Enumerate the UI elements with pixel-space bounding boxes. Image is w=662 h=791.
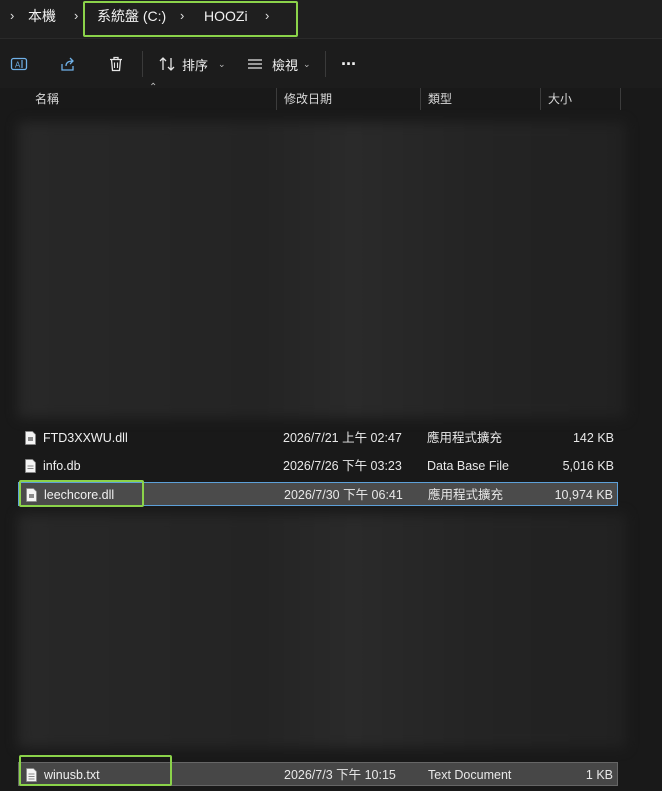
- text-file-icon: [26, 768, 37, 782]
- view-button[interactable]: 檢視 ⌄: [246, 51, 311, 77]
- file-name: FTD3XXWU.dll: [43, 431, 128, 445]
- address-bar[interactable]: › 本機 › 系統盤 (C:) › HOOZi ›: [0, 0, 662, 38]
- file-size: 10,974 KB: [554, 488, 613, 502]
- file-name: info.db: [43, 459, 81, 473]
- file-date: 2026/7/3 下午 10:15: [284, 768, 396, 782]
- column-date[interactable]: 修改日期: [276, 88, 332, 112]
- sort-label: 排序: [182, 57, 209, 73]
- breadcrumb-this-pc[interactable]: 本機: [28, 6, 56, 26]
- trash-icon: [110, 56, 122, 72]
- list-item[interactable]: info.db 2026/7/26 下午 03:23 Data Base Fil…: [18, 454, 618, 478]
- file-type: Text Document: [428, 768, 512, 782]
- delete-button[interactable]: [107, 51, 125, 77]
- file-type: Data Base File: [427, 459, 509, 473]
- dll-file-icon: [25, 431, 36, 445]
- more-options-button[interactable]: ···: [341, 51, 357, 77]
- chevron-right-icon[interactable]: ›: [74, 6, 78, 26]
- dll-file-icon: [26, 488, 37, 502]
- toolbar-divider: [325, 51, 326, 77]
- breadcrumb-system-drive[interactable]: 系統盤 (C:): [97, 6, 166, 26]
- chevron-right-icon[interactable]: ›: [265, 6, 269, 26]
- file-size: 1 KB: [585, 768, 613, 782]
- file-size: 5,016 KB: [562, 459, 614, 473]
- column-header: ⌃ 名稱 修改日期 類型 大小: [0, 82, 662, 112]
- column-size[interactable]: 大小: [540, 88, 572, 112]
- chevron-right-icon[interactable]: ›: [180, 6, 184, 26]
- file-date: 2026/7/26 下午 03:23: [283, 459, 402, 473]
- list-item-selected[interactable]: winusb.txt 2026/7/3 下午 10:15 Text Docume…: [18, 762, 618, 786]
- file-list[interactable]: FTD3XXWU.dll 2026/7/21 上午 02:47 應用程式擴充 1…: [0, 112, 662, 791]
- file-name: winusb.txt: [44, 768, 100, 782]
- db-file-icon: [25, 459, 36, 473]
- sort-button[interactable]: 排序 ⌄: [158, 51, 226, 77]
- column-type[interactable]: 類型: [420, 88, 452, 112]
- column-name[interactable]: 名稱: [27, 88, 59, 112]
- column-divider[interactable]: [620, 88, 621, 110]
- file-size: 142 KB: [572, 431, 614, 445]
- toolbar: A 排序 ⌄ 檢視 ⌄ ···: [0, 38, 662, 88]
- share-button[interactable]: [59, 51, 77, 77]
- sort-icon: [159, 57, 175, 71]
- file-type: 應用程式擴充: [427, 431, 503, 445]
- sort-ascending-icon: ⌃: [149, 82, 158, 93]
- file-date: 2026/7/21 上午 02:47: [283, 431, 402, 445]
- view-icon: [248, 59, 262, 69]
- redacted-region: [18, 122, 626, 418]
- file-name: leechcore.dll: [44, 488, 115, 502]
- rename-icon: A: [10, 57, 28, 71]
- svg-text:A: A: [15, 61, 21, 70]
- view-label: 檢視: [272, 57, 299, 73]
- redacted-region: [18, 514, 626, 748]
- chevron-down-icon: ⌄: [303, 58, 311, 69]
- file-type: 應用程式擴充: [428, 488, 504, 502]
- chevron-right-icon: ›: [10, 8, 15, 23]
- breadcrumb-hoozi[interactable]: HOOZi: [204, 6, 248, 26]
- rename-button[interactable]: A: [10, 51, 28, 77]
- list-item-selected[interactable]: leechcore.dll 2026/7/30 下午 06:41 應用程式擴充 …: [18, 482, 618, 506]
- share-icon: [61, 57, 74, 71]
- toolbar-divider: [142, 51, 143, 77]
- chevron-down-icon: ⌄: [218, 58, 226, 69]
- list-item[interactable]: FTD3XXWU.dll 2026/7/21 上午 02:47 應用程式擴充 1…: [18, 426, 618, 450]
- file-date: 2026/7/30 下午 06:41: [284, 488, 403, 502]
